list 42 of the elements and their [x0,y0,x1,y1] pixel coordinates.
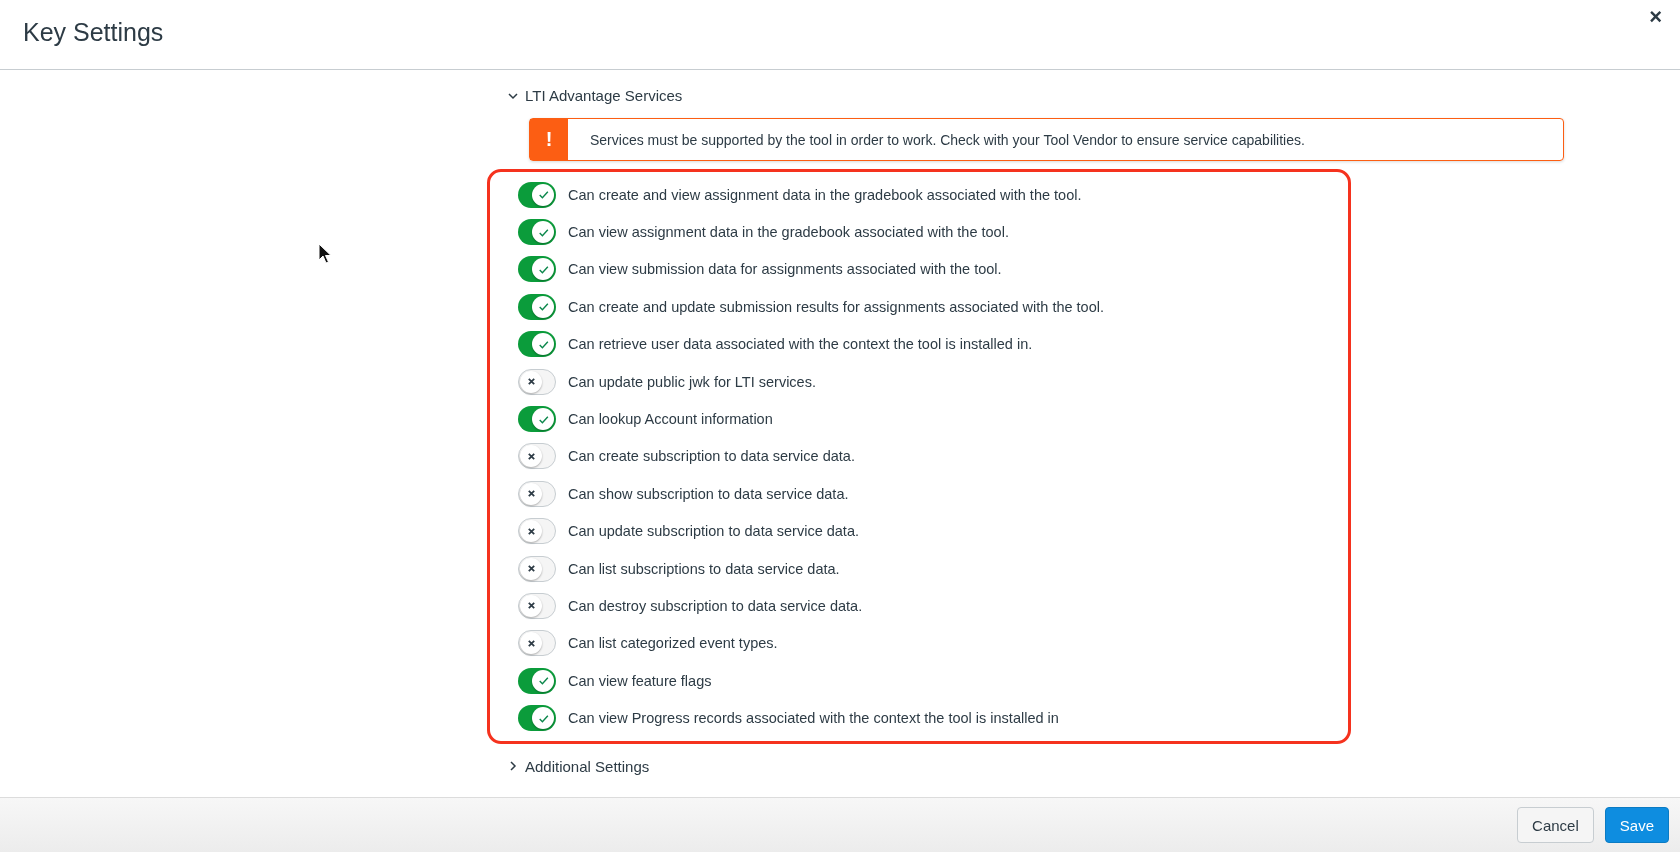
service-label: Can list categorized event types. [568,635,778,652]
checkmark-icon [536,188,550,202]
toggle-switch[interactable] [518,480,556,507]
alert-badge: ! [530,119,568,160]
service-label: Can create subscription to data service data. [568,448,855,465]
service-label: Can lookup Account information [568,411,773,428]
toggle-switch[interactable] [518,256,556,283]
section-toggle[interactable]: LTI Advantage Services [505,85,685,106]
service-label: Can destroy subscription to data service data. [568,598,863,614]
toggle-switch[interactable] [518,705,556,732]
cancel-button[interactable]: Cancel [1517,807,1594,843]
service-label: Can view submission data for assignments associated with the tool. [568,261,1002,278]
service-label: Can create and view assignment data in the gradebook associated with the tool. [568,186,1082,203]
service-label: Can show subscription to data service data. [568,485,849,502]
toggle-switch[interactable] [518,555,556,582]
alert-message: Services must be supported by the tool in order to work. Check with your Tool Vendor to ensure service capabilities. [589,130,1305,150]
toggle-switch[interactable] [518,667,556,694]
service-label: Can view Progress records associated with the context the tool is installed in [568,710,1059,727]
service-label: Can view assignment data in the gradebook associated with the tool. [568,224,1009,241]
mouse-cursor-icon [318,243,332,265]
toggle-switch[interactable] [518,181,556,208]
service-label: Can list subscriptions to data service data. [568,560,840,577]
toggle-switch[interactable] [518,331,556,358]
toggle-switch[interactable] [518,443,556,470]
close-button[interactable]: × [1645,4,1666,30]
service-label: Can create and update submission results for assignments associated with the tool. [568,298,1104,315]
toggle-switch[interactable] [518,406,556,433]
toggle-switch[interactable] [518,293,556,320]
service-label: Can update subscription to data service data. [568,523,859,540]
checkmark-icon [536,674,550,688]
toggle-switch[interactable] [518,593,556,619]
toggle-switch[interactable] [518,219,556,246]
service-label: Can view feature flags [568,672,712,689]
service-label: Can retrieve user data associated with the context the tool is installed in. [568,336,1033,353]
checkmark-icon [536,300,550,314]
toggle-switch[interactable] [518,630,556,657]
section-toggle[interactable]: Additional Settings [505,755,652,777]
toggle-switch[interactable] [518,518,556,545]
save-button[interactable]: Save [1604,807,1669,843]
service-label: Can update public jwk for LTI services. [568,373,816,390]
toggle-switch[interactable] [518,368,556,395]
dialog-title: Key Settings [23,18,164,47]
